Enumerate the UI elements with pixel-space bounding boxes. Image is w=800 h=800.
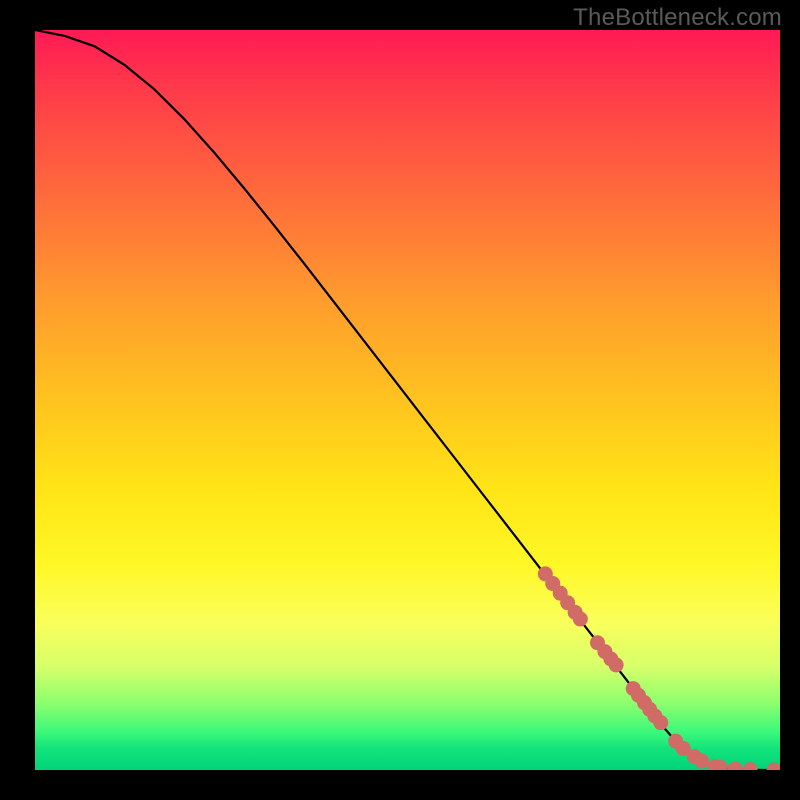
data-dot xyxy=(743,762,758,770)
data-dot xyxy=(694,754,709,769)
chart-svg xyxy=(35,30,780,770)
bottleneck-curve xyxy=(35,30,780,770)
data-dot xyxy=(767,763,780,771)
watermark-label: TheBottleneck.com xyxy=(573,4,782,32)
chart-stage: TheBottleneck.com xyxy=(0,0,800,800)
plot-area xyxy=(35,30,780,770)
data-dot xyxy=(653,715,668,730)
data-dot xyxy=(728,762,743,770)
data-dot xyxy=(573,612,588,627)
data-dots xyxy=(538,566,780,770)
data-dot xyxy=(609,657,624,672)
